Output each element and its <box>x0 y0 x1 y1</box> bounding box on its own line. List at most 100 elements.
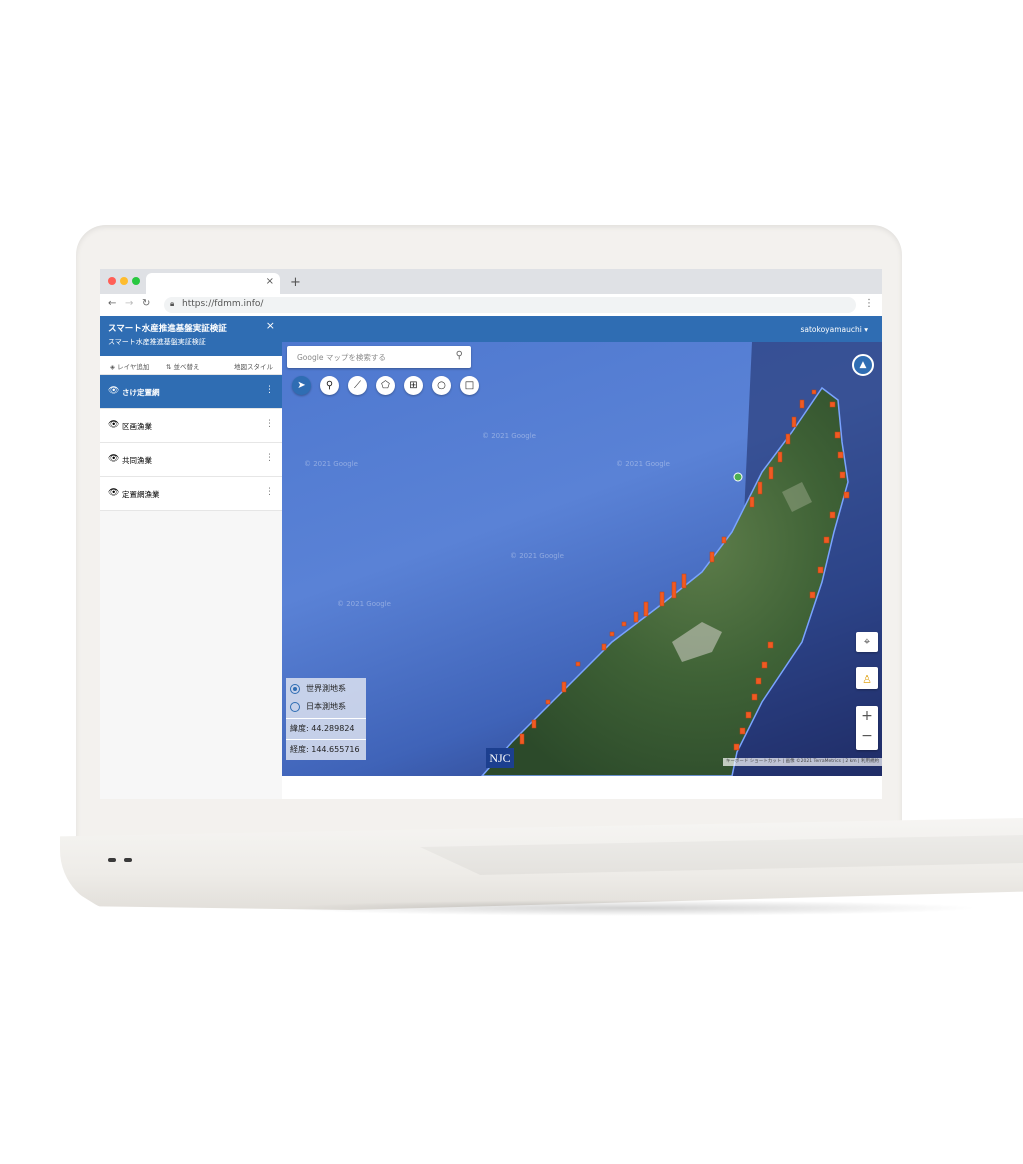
more-icon[interactable]: ⋮ <box>265 453 274 463</box>
map-style-button[interactable]: 地図スタイル <box>234 361 273 371</box>
marker[interactable] <box>545 699 551 705</box>
url-input[interactable]: 🔒︎ https://fdmm.info/ <box>164 297 856 313</box>
layer-item[interactable]: 👁︎ 定置網漁業 ⋮ <box>100 477 282 511</box>
visibility-icon[interactable]: 👁︎ <box>108 386 119 396</box>
marker[interactable] <box>733 743 740 751</box>
search-box[interactable]: Google マップを検索する ⚲ <box>287 346 471 368</box>
layer-item[interactable]: 👁︎ 区画漁業 ⋮ <box>100 409 282 443</box>
marker[interactable] <box>609 631 615 637</box>
rectangle-tool-button[interactable]: □ <box>460 376 479 395</box>
tab-close-icon[interactable]: × <box>266 276 274 287</box>
zoom-out-button[interactable]: − <box>856 726 878 746</box>
reload-icon[interactable]: ↻ <box>142 298 150 309</box>
marker[interactable] <box>681 573 687 589</box>
back-icon[interactable]: ← <box>108 298 116 309</box>
marker[interactable] <box>621 621 627 627</box>
more-icon[interactable]: ⋮ <box>265 487 274 497</box>
map[interactable]: © 2021 Google © 2021 Google © 2021 Googl… <box>282 342 882 776</box>
user-name: satokoyamauchi <box>800 325 862 334</box>
more-icon[interactable]: ⋮ <box>265 419 274 429</box>
marker[interactable] <box>791 416 797 428</box>
marker[interactable] <box>768 466 774 480</box>
marker[interactable] <box>757 481 763 495</box>
radio-selected-icon[interactable] <box>290 683 300 694</box>
visibility-icon[interactable]: 👁︎ <box>108 454 119 464</box>
circle-icon: ○ <box>437 380 446 391</box>
layer-item[interactable]: 👁︎ さけ定置網 ⋮ <box>100 375 282 409</box>
marker[interactable] <box>601 643 607 651</box>
marker[interactable] <box>785 433 791 445</box>
marker[interactable] <box>745 711 752 719</box>
window-close-dot[interactable] <box>108 277 116 285</box>
street-view-button[interactable]: ♙ <box>856 667 878 689</box>
marker-tool-button[interactable]: ⚲ <box>320 376 339 395</box>
marker[interactable] <box>749 496 755 508</box>
select-tool-button[interactable]: ➤ <box>292 376 311 395</box>
window-minimize-dot[interactable] <box>120 277 128 285</box>
marker[interactable] <box>633 611 639 623</box>
marker[interactable] <box>777 451 783 463</box>
browser-tab[interactable]: × <box>146 273 280 294</box>
marker[interactable] <box>837 451 844 459</box>
marker[interactable] <box>575 661 581 667</box>
polygon-tool-button[interactable]: ⬠ <box>376 376 395 395</box>
browser-menu-icon[interactable]: ⋮ <box>864 298 874 309</box>
marker[interactable] <box>811 389 817 395</box>
sort-icon: ⇅ <box>166 363 172 371</box>
compass-icon[interactable]: ▲ <box>852 354 874 376</box>
new-tab-button[interactable]: + <box>290 275 301 290</box>
marker[interactable] <box>709 551 715 563</box>
marker[interactable] <box>751 693 758 701</box>
more-icon[interactable]: ⋮ <box>265 385 274 395</box>
polyline-tool-button[interactable]: ⟋ <box>348 376 367 395</box>
marker[interactable] <box>767 641 774 649</box>
selected-point-marker[interactable] <box>733 472 743 482</box>
divider <box>286 718 366 719</box>
layer-item[interactable]: 👁︎ 共同漁業 ⋮ <box>100 443 282 477</box>
marker[interactable] <box>843 491 850 499</box>
user-menu[interactable]: satokoyamauchi ▾ <box>800 325 868 334</box>
zoom-in-button[interactable]: + <box>856 706 878 726</box>
window-maximize-dot[interactable] <box>132 277 140 285</box>
visibility-icon[interactable]: 👁︎ <box>108 488 119 498</box>
layer-label: 定置網漁業 <box>122 490 160 499</box>
marker[interactable] <box>643 601 649 617</box>
marker[interactable] <box>755 677 762 685</box>
datum-japan-option[interactable]: 日本測地系 <box>290 701 346 712</box>
visibility-icon[interactable]: 👁︎ <box>108 420 119 430</box>
sidebar-toolbar: ◈ レイヤ追加 ⇅ 並べ替え 地図スタイル <box>100 356 282 375</box>
marker[interactable] <box>739 727 746 735</box>
rectangle-icon: □ <box>464 380 475 391</box>
marker[interactable] <box>721 536 727 544</box>
circle-tool-button[interactable]: ○ <box>432 376 451 395</box>
search-input[interactable]: Google マップを検索する <box>297 352 386 363</box>
forward-icon[interactable]: → <box>125 298 133 309</box>
address-bar: ← → ↻ 🔒︎ https://fdmm.info/ ⋮ <box>100 294 882 317</box>
marker[interactable] <box>829 401 836 408</box>
marker[interactable] <box>561 681 567 693</box>
marker[interactable] <box>834 431 841 439</box>
marker[interactable] <box>809 591 816 599</box>
marker[interactable] <box>817 566 824 574</box>
marker[interactable] <box>519 733 525 745</box>
layer-label: さけ定置網 <box>122 388 160 397</box>
add-layer-button[interactable]: ◈ レイヤ追加 <box>110 361 149 371</box>
search-icon[interactable]: ⚲ <box>456 350 463 361</box>
radio-icon[interactable] <box>290 701 300 712</box>
sidebar-close-icon[interactable]: × <box>266 319 275 332</box>
marker[interactable] <box>761 661 768 669</box>
marker[interactable] <box>531 719 537 729</box>
my-location-button[interactable]: ⌖ <box>856 632 878 652</box>
grid-tool-button[interactable]: ⊞ <box>404 376 423 395</box>
marker[interactable] <box>829 511 836 519</box>
marker[interactable] <box>823 536 830 544</box>
marker[interactable] <box>799 399 805 409</box>
marker[interactable] <box>671 581 677 599</box>
reorder-button[interactable]: ⇅ 並べ替え <box>166 361 200 371</box>
browser-tab-bar: × + <box>100 269 882 294</box>
pin-icon: ⚲ <box>325 380 334 391</box>
datum-world-option[interactable]: 世界測地系 <box>290 683 346 694</box>
marker[interactable] <box>659 591 665 607</box>
divider <box>286 739 366 740</box>
marker[interactable] <box>839 471 846 479</box>
